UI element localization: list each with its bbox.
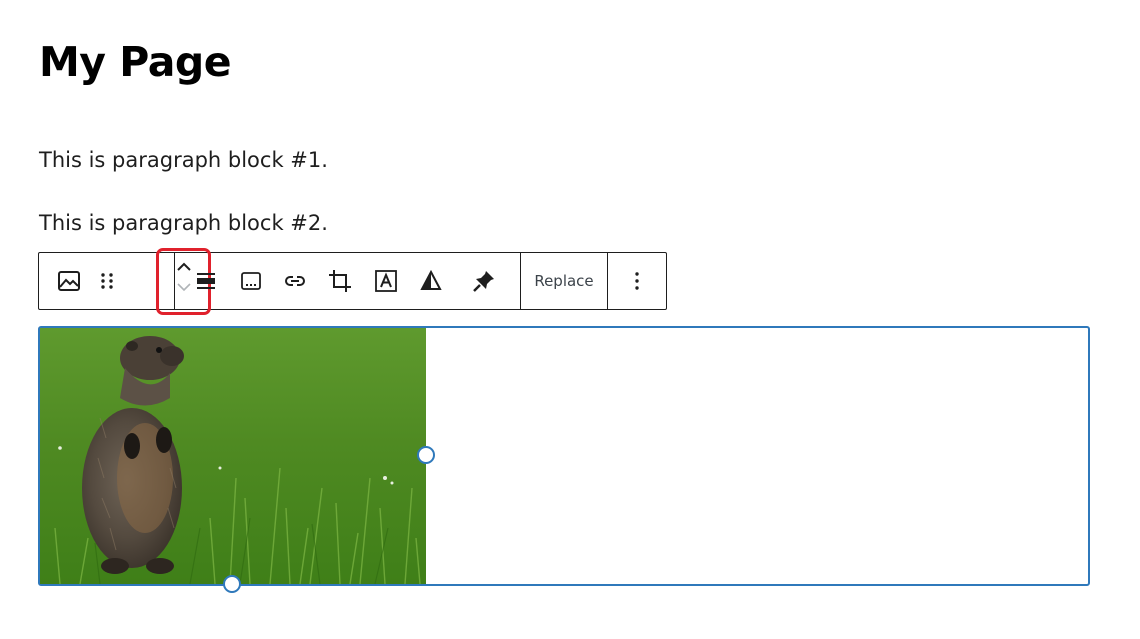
drag-handle-icon — [101, 273, 113, 289]
align-icon — [197, 273, 215, 289]
paragraph-block-1[interactable]: This is paragraph block #1. — [39, 146, 328, 174]
crop-icon — [329, 270, 351, 292]
toolbar-separator — [174, 253, 175, 309]
resize-handle-bottom[interactable] — [223, 575, 241, 593]
text-over-image-button[interactable] — [369, 253, 403, 309]
drag-handle-button[interactable] — [95, 253, 119, 309]
more-vertical-icon — [635, 272, 639, 290]
pin-icon — [473, 271, 494, 292]
image-block[interactable] — [38, 326, 1090, 586]
link-button[interactable] — [278, 253, 312, 309]
resize-handle-right[interactable] — [417, 446, 435, 464]
text-over-image-icon — [375, 270, 397, 292]
crop-button[interactable] — [323, 253, 357, 309]
groundhog-photo — [40, 328, 426, 584]
duotone-filter-icon — [420, 269, 442, 290]
pin-button[interactable] — [467, 253, 501, 309]
caption-icon — [241, 272, 261, 290]
page-title[interactable]: My Page — [39, 34, 232, 90]
duotone-button[interactable] — [414, 253, 448, 309]
align-button[interactable] — [189, 253, 223, 309]
replace-button[interactable]: Replace — [521, 253, 607, 309]
groundhog-image[interactable] — [40, 328, 426, 584]
caption-button[interactable] — [234, 253, 268, 309]
paragraph-block-2[interactable]: This is paragraph block #2. — [39, 209, 328, 237]
block-toolbar: Replace — [38, 248, 667, 315]
image-block-icon — [58, 271, 80, 291]
block-type-button[interactable] — [51, 253, 87, 309]
link-icon — [285, 276, 305, 286]
more-options-button[interactable] — [608, 253, 666, 309]
replace-label: Replace — [534, 272, 594, 290]
